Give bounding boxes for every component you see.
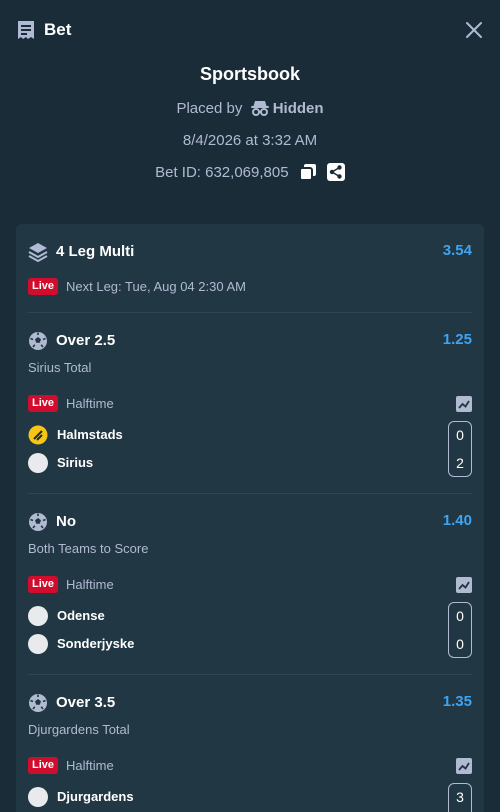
multi-odds: 3.54 bbox=[442, 242, 472, 259]
leg-selection: No bbox=[56, 513, 76, 530]
leg-odds: 1.25 bbox=[442, 331, 472, 348]
chart-icon[interactable] bbox=[456, 577, 472, 593]
divider bbox=[28, 312, 472, 313]
incognito-icon bbox=[250, 101, 269, 116]
live-badge: Live bbox=[28, 757, 58, 774]
match-status: Halftime bbox=[66, 396, 114, 411]
team-score: 2 bbox=[456, 455, 464, 471]
divider bbox=[28, 674, 472, 675]
soccer-ball-icon bbox=[29, 694, 47, 712]
team-score: 3 bbox=[456, 789, 464, 805]
placed-by-user: Hidden bbox=[272, 100, 324, 117]
next-leg-text: Next Leg: Tue, Aug 04 2:30 AM bbox=[66, 279, 246, 294]
leg-status-row: Live Halftime bbox=[28, 395, 472, 413]
bet-card: 4 Leg Multi 3.54 Live Next Leg: Tue, Aug… bbox=[16, 224, 484, 812]
team-row: Djurgardens bbox=[28, 787, 472, 807]
leg-selection: Over 3.5 bbox=[56, 694, 116, 711]
leg-header: Over 3.5 1.35 bbox=[28, 693, 472, 715]
team-crest bbox=[28, 787, 48, 807]
divider bbox=[28, 493, 472, 494]
soccer-ball-icon bbox=[29, 513, 47, 531]
leg-status-row: Live Halftime bbox=[28, 757, 472, 775]
bet-id-line: Bet ID: 632,069,805 bbox=[0, 163, 500, 181]
leg-odds: 1.40 bbox=[442, 512, 472, 529]
team-score: 0 bbox=[456, 427, 464, 443]
team-name: Sirius bbox=[57, 455, 94, 470]
chart-icon[interactable] bbox=[456, 758, 472, 774]
multi-header: 4 Leg Multi 3.54 bbox=[28, 242, 472, 264]
leg-selection: Over 2.5 bbox=[56, 332, 116, 349]
live-badge: Live bbox=[28, 576, 58, 593]
header: Bet bbox=[0, 0, 500, 60]
team-row: Sonderjyske bbox=[28, 634, 472, 654]
live-badge: Live bbox=[28, 395, 58, 412]
match-status: Halftime bbox=[66, 577, 114, 592]
bet-slip-icon bbox=[18, 21, 34, 39]
close-icon[interactable] bbox=[464, 20, 484, 40]
team-name: Halmstads bbox=[57, 427, 123, 442]
chart-icon[interactable] bbox=[456, 396, 472, 412]
leg-status-row: Live Halftime bbox=[28, 576, 472, 594]
team-crest bbox=[28, 606, 48, 626]
team-crest bbox=[28, 453, 48, 473]
live-badge: Live bbox=[28, 278, 58, 295]
team-name: Djurgardens bbox=[57, 789, 134, 804]
team-name: Odense bbox=[57, 608, 105, 623]
share-icon[interactable] bbox=[326, 163, 345, 181]
bet-id: Bet ID: 632,069,805 bbox=[155, 164, 289, 181]
scoreboard: 0 2 bbox=[448, 421, 472, 477]
leg-odds: 1.35 bbox=[442, 693, 472, 710]
soccer-ball-icon bbox=[29, 332, 47, 350]
team-row: Halmstads bbox=[28, 425, 472, 445]
team-name: Sonderjyske bbox=[57, 636, 135, 651]
scoreboard: 3 bbox=[448, 783, 472, 812]
team-score: 0 bbox=[456, 608, 464, 624]
sportsbook-title: Sportsbook bbox=[199, 64, 300, 84]
next-leg-row: Live Next Leg: Tue, Aug 04 2:30 AM bbox=[28, 278, 472, 296]
leg-market: Sirius Total bbox=[28, 360, 92, 375]
leg-header: No 1.40 bbox=[28, 512, 472, 534]
team-score: 0 bbox=[456, 636, 464, 652]
placed-by-line: Placed by Hidden bbox=[0, 99, 500, 117]
bet-datetime: 8/4/2026 at 3:32 AM bbox=[182, 132, 318, 149]
multi-title: 4 Leg Multi bbox=[56, 243, 135, 260]
layers-icon bbox=[28, 243, 48, 262]
leg-market: Djurgardens Total bbox=[28, 722, 130, 737]
panel-title: Bet bbox=[44, 20, 72, 39]
leg-header: Over 2.5 1.25 bbox=[28, 331, 472, 353]
leg-market: Both Teams to Score bbox=[28, 541, 149, 556]
team-crest bbox=[28, 634, 48, 654]
placed-by-label: Placed by bbox=[176, 100, 243, 117]
team-row: Odense bbox=[28, 606, 472, 626]
match-status: Halftime bbox=[66, 758, 114, 773]
copy-icon[interactable] bbox=[298, 163, 317, 181]
team-crest bbox=[28, 425, 48, 445]
scoreboard: 0 0 bbox=[448, 602, 472, 658]
team-row: Sirius bbox=[28, 453, 472, 473]
